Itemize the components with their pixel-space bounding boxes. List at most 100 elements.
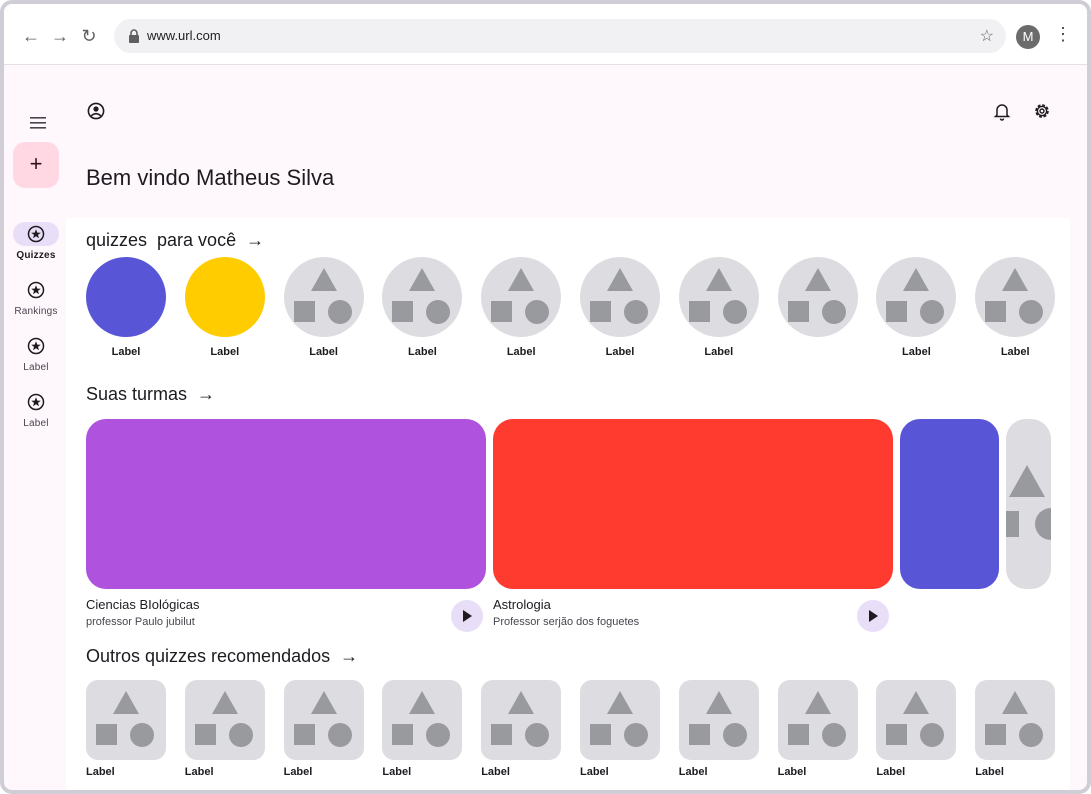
app-frame: ← → ↻ www.url.com ☆ M ⋮ + Quizzes Rankin… (0, 0, 1091, 794)
address-bar[interactable]: www.url.com ☆ (114, 19, 1006, 53)
profile-avatar[interactable]: M (1016, 25, 1040, 49)
account-circle-icon[interactable] (87, 102, 105, 120)
rail-item-label: Label (23, 418, 49, 429)
play-button[interactable] (857, 600, 889, 632)
arrow-right-icon[interactable]: → (197, 384, 215, 405)
placeholder-shapes-icon (886, 268, 945, 324)
class-card-cover[interactable] (86, 419, 486, 589)
bookmark-star-icon[interactable]: ☆ (980, 26, 994, 46)
quiz-item[interactable]: Label (382, 257, 463, 358)
play-button[interactable] (451, 600, 483, 632)
recommended-quiz-item[interactable]: Label (777, 680, 858, 778)
notifications-bell-icon[interactable] (993, 101, 1011, 121)
quiz-thumbnail-placeholder (283, 680, 364, 760)
quiz-thumbnail-placeholder (184, 680, 265, 760)
quizzes-section-header[interactable]: quizzes para você → (86, 230, 264, 251)
placeholder-shapes-icon (293, 691, 352, 747)
classes-section-header[interactable]: Suas turmas → (86, 384, 215, 405)
create-fab-button[interactable]: + (13, 142, 59, 188)
arrow-right-icon[interactable]: → (246, 230, 264, 251)
quiz-thumbnail-placeholder (678, 257, 759, 337)
play-icon (463, 610, 472, 622)
star-circle-icon (27, 281, 45, 299)
placeholder-shapes-icon (787, 268, 846, 324)
star-circle-icon (27, 225, 45, 243)
quiz-label: Label (111, 346, 141, 358)
quiz-thumbnail-placeholder (481, 257, 562, 337)
rail-active-indicator (13, 222, 59, 246)
recommended-quiz-item[interactable]: Label (678, 680, 759, 778)
browser-menu-icon[interactable]: ⋮ (1054, 24, 1072, 48)
quiz-thumbnail (184, 257, 265, 337)
welcome-heading: Bem vindo Matheus Silva (86, 165, 335, 190)
quiz-item[interactable]: Label (481, 257, 562, 358)
rail-item-rankings[interactable]: Rankings (8, 278, 64, 317)
quiz-item[interactable]: Label (283, 257, 364, 358)
rail-item-label-3[interactable]: Label (8, 334, 64, 373)
recommended-section-header[interactable]: Outros quizzes recomendados → (86, 646, 358, 667)
rail-item-label: Rankings (14, 306, 58, 317)
reload-icon[interactable]: ↻ (79, 26, 99, 46)
quiz-item[interactable]: Label (184, 257, 265, 358)
placeholder-shapes-icon (886, 691, 945, 747)
arrow-right-icon[interactable]: → (340, 646, 358, 667)
quiz-label: Label (283, 766, 313, 778)
quiz-label: Label (876, 766, 906, 778)
quiz-item[interactable]: Label (678, 257, 759, 358)
placeholder-shapes-icon (392, 691, 451, 747)
quiz-thumbnail-placeholder (975, 257, 1056, 337)
placeholder-shapes-icon (590, 691, 648, 747)
placeholder-shapes-icon (688, 691, 747, 747)
quiz-thumbnail-placeholder (777, 680, 858, 760)
quiz-label: Label (902, 346, 931, 358)
forward-arrow-icon[interactable]: → (50, 26, 70, 46)
quiz-item[interactable]: Label (876, 257, 957, 358)
quiz-thumbnail-placeholder (876, 680, 957, 760)
quiz-item[interactable]: Label (580, 257, 660, 358)
quiz-thumbnail-placeholder (481, 680, 562, 760)
recommended-quiz-item[interactable]: Label (580, 680, 660, 778)
quiz-label: Label (86, 766, 115, 778)
recommended-quiz-item[interactable]: Label (382, 680, 463, 778)
class-card-placeholder[interactable] (1006, 419, 1051, 589)
back-arrow-icon[interactable]: ← (21, 26, 41, 46)
section-title: quizzes para você (86, 230, 237, 250)
quiz-thumbnail-placeholder (580, 680, 660, 760)
quiz-thumbnail-placeholder (580, 257, 660, 337)
recommended-quiz-item[interactable]: Label (975, 680, 1056, 778)
quiz-label: Label (678, 766, 708, 778)
rail-item-quizzes[interactable]: Quizzes (8, 222, 64, 261)
quiz-label: Label (506, 346, 536, 358)
quiz-thumbnail (86, 257, 166, 337)
rail-item-label: Label (23, 362, 49, 373)
class-professor: professor Paulo jubilut (86, 616, 195, 628)
quiz-label: Label (309, 346, 338, 358)
class-name: Ciencias BIológicas (86, 597, 200, 612)
rail-item-label-4[interactable]: Label (8, 390, 64, 429)
settings-gear-icon[interactable] (1032, 101, 1052, 121)
recommended-quiz-item[interactable]: Label (876, 680, 957, 778)
placeholder-shapes-icon (392, 268, 451, 324)
quiz-thumbnail-placeholder (283, 257, 364, 337)
quiz-label: Label (184, 766, 214, 778)
quiz-item[interactable]: Label (975, 257, 1056, 358)
recommended-quiz-item[interactable]: Label (184, 680, 265, 778)
placeholder-shapes-icon (985, 691, 1044, 747)
recommended-quiz-item[interactable]: Label (481, 680, 562, 778)
placeholder-shapes-icon (491, 691, 550, 747)
recommended-quiz-item[interactable]: Label (283, 680, 364, 778)
menu-icon[interactable] (28, 116, 48, 130)
class-card-cover[interactable] (900, 419, 999, 589)
placeholder-shapes-icon (293, 268, 352, 324)
class-card-cover[interactable] (493, 419, 893, 589)
placeholder-shapes-icon (1006, 465, 1051, 540)
quiz-thumbnail-placeholder (678, 680, 759, 760)
quiz-item[interactable] (777, 257, 858, 346)
quiz-item[interactable]: Label (86, 257, 166, 358)
recommended-quiz-item[interactable]: Label (86, 680, 166, 778)
quiz-label: Label (481, 766, 510, 778)
quiz-label: Label (210, 346, 240, 358)
placeholder-shapes-icon (194, 691, 253, 747)
section-title: Outros quizzes recomendados (86, 646, 331, 666)
placeholder-shapes-icon (985, 268, 1044, 324)
